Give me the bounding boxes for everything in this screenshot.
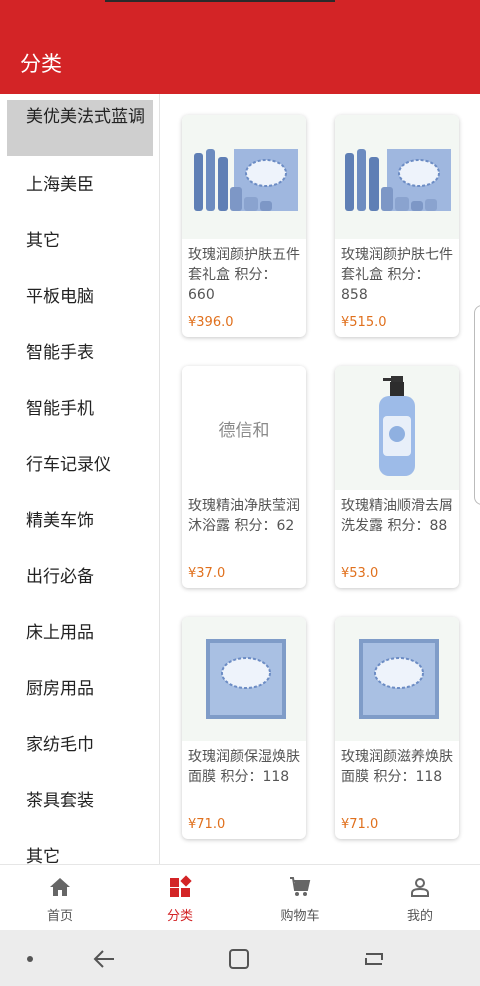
category-sidebar[interactable]: 美优美法式蓝调 上海美臣 其它 平板电脑 智能手表 智能手机 行车记录仪 精美车…	[0, 94, 160, 864]
sidebar-item[interactable]: 行车记录仪	[26, 454, 156, 476]
home-button-icon[interactable]	[229, 949, 249, 969]
sidebar-item[interactable]: 精美车饰	[26, 510, 156, 532]
sidebar-item[interactable]: 其它	[26, 846, 156, 864]
shampoo-bottle-image	[335, 366, 459, 490]
tab-cart[interactable]: 购物车	[240, 865, 360, 931]
sidebar-item[interactable]: 上海美臣	[26, 174, 156, 196]
product-card[interactable]: 玫瑰润颜滋养焕肤面膜 积分：118 ¥71.0	[335, 617, 459, 839]
app-header: 分类	[0, 28, 480, 94]
tab-label: 分类	[166, 909, 193, 924]
product-price: ¥53.0	[341, 566, 379, 581]
tab-category[interactable]: 分类	[120, 865, 240, 931]
face-mask-box-image	[182, 617, 306, 741]
product-price: ¥71.0	[341, 817, 379, 832]
face-mask-box-image	[335, 617, 459, 741]
sidebar-item[interactable]: 平板电脑	[26, 286, 156, 308]
product-price: ¥37.0	[188, 566, 226, 581]
system-nav-bar	[0, 930, 480, 986]
placeholder-image: 德信和	[182, 366, 306, 490]
recents-icon[interactable]	[365, 953, 383, 965]
product-name: 玫瑰润颜护肤七件套礼盒 积分：858	[341, 247, 453, 303]
home-icon	[50, 878, 70, 896]
tab-label: 我的	[406, 909, 433, 924]
product-card[interactable]: 德信和 玫瑰精油净肤莹润沐浴露 积分：62 ¥37.0	[182, 366, 306, 588]
status-bar	[0, 0, 480, 28]
status-indicator-line	[105, 0, 335, 2]
product-card[interactable]: 玫瑰精油顺滑去屑洗发露 积分：88 ¥53.0	[335, 366, 459, 588]
product-grid: 玫瑰润颜护肤五件套礼盒 积分：660 ¥396.0 玫瑰润颜护肤七件套礼盒 积分…	[161, 94, 480, 864]
product-price: ¥71.0	[188, 817, 226, 832]
cart-icon	[290, 877, 311, 896]
sidebar-item[interactable]: 出行必备	[26, 566, 156, 588]
sidebar-item[interactable]: 智能手表	[26, 342, 156, 364]
product-name: 玫瑰润颜保湿焕肤面膜 积分：118	[188, 749, 300, 785]
sidebar-item-selected[interactable]: 美优美法式蓝调	[7, 100, 153, 156]
category-icon	[170, 875, 192, 897]
profile-icon	[411, 878, 429, 897]
sidebar-item[interactable]: 厨房用品	[26, 678, 156, 700]
product-name: 玫瑰润颜护肤五件套礼盒 积分：660	[188, 247, 300, 303]
sidebar-item[interactable]: 床上用品	[26, 622, 156, 644]
product-name: 玫瑰精油顺滑去屑洗发露 积分：88	[341, 498, 453, 534]
placeholder-text: 德信和	[218, 421, 270, 441]
skincare-set-image	[182, 115, 306, 239]
product-card[interactable]: 玫瑰润颜护肤五件套礼盒 积分：660 ¥396.0	[182, 115, 306, 337]
sidebar-item[interactable]: 茶具套装	[26, 790, 156, 812]
product-name: 玫瑰精油净肤莹润沐浴露 积分：62	[188, 498, 300, 534]
tab-label: 首页	[46, 909, 73, 924]
tab-profile[interactable]: 我的	[360, 865, 480, 931]
product-card[interactable]: 玫瑰润颜保湿焕肤面膜 积分：118 ¥71.0	[182, 617, 306, 839]
bottom-tab-bar: 首页 分类 购物车 我的	[0, 864, 480, 930]
nav-dot-icon[interactable]	[27, 956, 33, 962]
product-card[interactable]: 玫瑰润颜护肤七件套礼盒 积分：858 ¥515.0	[335, 115, 459, 337]
sidebar-item-label: 美优美法式蓝调	[26, 107, 145, 127]
sidebar-item[interactable]: 家纺毛巾	[26, 734, 156, 756]
product-price: ¥515.0	[341, 315, 387, 330]
skincare-set-image	[335, 115, 459, 239]
sidebar-item[interactable]: 智能手机	[26, 398, 156, 420]
edge-panel-handle[interactable]	[474, 305, 480, 505]
product-name: 玫瑰润颜滋养焕肤面膜 积分：118	[341, 749, 453, 785]
tab-label: 购物车	[280, 909, 320, 924]
back-icon[interactable]	[93, 950, 114, 968]
product-price: ¥396.0	[188, 315, 234, 330]
sidebar-item[interactable]: 其它	[26, 230, 156, 252]
page-title: 分类	[20, 52, 62, 76]
tab-home[interactable]: 首页	[0, 865, 120, 931]
